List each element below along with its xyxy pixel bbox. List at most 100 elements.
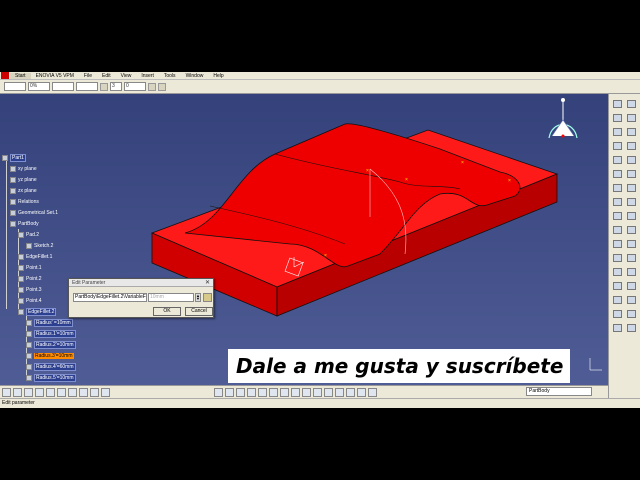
add-tool-icon[interactable] <box>613 268 622 276</box>
tree-radius-3[interactable]: Radius.3'=10mm <box>26 352 74 360</box>
paste-icon[interactable] <box>68 387 77 397</box>
tree-partbody[interactable]: PartBody <box>10 220 39 228</box>
tree-radius-0[interactable]: Radius' =10mm <box>26 319 73 327</box>
undo-icon[interactable] <box>79 387 88 397</box>
redo-icon[interactable] <box>90 387 99 397</box>
tree-sketch[interactable]: Sketch.2 <box>26 242 53 250</box>
tree-point-4[interactable]: Point.4 <box>18 297 42 305</box>
material-tool-icon[interactable] <box>613 324 622 332</box>
zoom-in-icon[interactable] <box>258 387 267 397</box>
shell-tool-icon[interactable] <box>627 184 636 192</box>
stiffener-tool-icon[interactable] <box>627 156 636 164</box>
tree-relations[interactable]: Relations <box>10 198 39 206</box>
line-thickness-select[interactable] <box>76 82 98 91</box>
update-icon[interactable] <box>346 387 355 397</box>
rotate-view-icon[interactable] <box>247 387 256 397</box>
menu-help[interactable]: Help <box>208 73 228 79</box>
formula-icon[interactable] <box>203 293 212 302</box>
pocket-tool-icon[interactable] <box>627 114 636 122</box>
open-icon[interactable] <box>13 387 22 397</box>
paint-icon[interactable] <box>148 82 156 91</box>
new-icon[interactable] <box>2 387 11 397</box>
tree-radius-5[interactable]: Radius.5'=10mm <box>26 374 76 382</box>
normal-view-icon[interactable] <box>280 387 289 397</box>
thread-tool-icon[interactable] <box>627 198 636 206</box>
3d-viewport[interactable]: × × × × × <box>0 94 608 385</box>
tree-zx-plane[interactable]: zx plane <box>10 187 37 195</box>
zoom-out-icon[interactable] <box>269 387 278 397</box>
draft-tool-icon[interactable] <box>613 184 622 192</box>
tree-point-3[interactable]: Point.3 <box>18 286 42 294</box>
tree-edgefillet-2[interactable]: EdgeFillet.2 <box>18 308 57 316</box>
split-tool-icon[interactable] <box>613 212 622 220</box>
menu-edit[interactable]: Edit <box>97 73 116 79</box>
pattern-tool-icon[interactable] <box>627 240 636 248</box>
catalog-icon[interactable] <box>357 387 366 397</box>
shading-icon[interactable] <box>313 387 322 397</box>
iso-view-icon[interactable] <box>302 387 311 397</box>
menu-tools[interactable]: Tools <box>159 73 181 79</box>
ok-button[interactable]: OK <box>153 307 181 316</box>
line-tool-icon[interactable] <box>627 282 636 290</box>
tree-root-part[interactable]: Part1 <box>2 154 26 162</box>
print-icon[interactable] <box>35 387 44 397</box>
brush-icon[interactable] <box>158 82 166 91</box>
pan-icon[interactable] <box>236 387 245 397</box>
save-icon[interactable] <box>24 387 33 397</box>
fillet-tool-icon[interactable] <box>613 170 622 178</box>
measure-tool-icon[interactable] <box>627 296 636 304</box>
mirror-tool-icon[interactable] <box>613 240 622 248</box>
layer-select[interactable]: 3 <box>110 82 122 91</box>
formula-tool-icon[interactable] <box>627 310 636 318</box>
cut-icon[interactable] <box>46 387 55 397</box>
multi-view-icon[interactable] <box>291 387 300 397</box>
thick-surface-tool-icon[interactable] <box>627 212 636 220</box>
parameter-value-input[interactable]: 10mm <box>148 293 194 302</box>
menu-enovia[interactable]: ENOVIA V5 VPM <box>31 73 79 79</box>
chamfer-tool-icon[interactable] <box>627 170 636 178</box>
pad-tool-icon[interactable] <box>613 114 622 122</box>
tree-xy-plane[interactable]: xy plane <box>10 165 37 173</box>
tree-pad[interactable]: Pad.2 <box>18 231 39 239</box>
fit-all-icon[interactable] <box>225 387 234 397</box>
rib-tool-icon[interactable] <box>627 142 636 150</box>
constraint-tool-icon[interactable] <box>613 310 622 318</box>
boolean-tool-icon[interactable] <box>627 254 636 262</box>
groove-tool-icon[interactable] <box>627 128 636 136</box>
tree-yz-plane[interactable]: yz plane <box>10 176 37 184</box>
copy-icon[interactable] <box>57 387 66 397</box>
point-style-icon[interactable] <box>100 82 108 91</box>
value-spinner[interactable]: ▲ ▼ <box>195 293 201 302</box>
compass-icon[interactable] <box>548 98 578 139</box>
part-model[interactable]: × × × × × <box>0 94 608 385</box>
menu-file[interactable]: File <box>79 73 97 79</box>
hole-tool-icon[interactable] <box>613 142 622 150</box>
remove-tool-icon[interactable] <box>627 268 636 276</box>
color-select[interactable] <box>4 82 26 91</box>
line-type-select[interactable] <box>52 82 74 91</box>
sketcher-icon[interactable] <box>613 100 622 108</box>
menu-window[interactable]: Window <box>181 73 209 79</box>
exit-workbench-icon[interactable] <box>627 100 636 108</box>
line-weight-select[interactable]: 0% <box>28 82 50 91</box>
thickness-tool-icon[interactable] <box>613 198 622 206</box>
tree-radius-1[interactable]: Radius.1'=10mm <box>26 330 76 338</box>
tree-edgefillet-1[interactable]: EdgeFillet.1 <box>18 253 52 261</box>
help-icon[interactable] <box>101 387 110 397</box>
annotation-tool-icon[interactable] <box>627 324 636 332</box>
shaft-tool-icon[interactable] <box>613 128 622 136</box>
plane-tool-icon[interactable] <box>613 296 622 304</box>
swap-space-icon[interactable] <box>335 387 344 397</box>
slot-tool-icon[interactable] <box>613 156 622 164</box>
fly-icon[interactable] <box>214 387 223 397</box>
rotate-tool-icon[interactable] <box>627 226 636 234</box>
close-icon[interactable]: ✕ <box>205 279 210 287</box>
cancel-button[interactable]: Cancel <box>185 307 213 316</box>
current-body-select[interactable]: PartBody <box>526 387 592 396</box>
tree-point-1[interactable]: Point.1 <box>18 264 42 272</box>
tree-geometrical-set[interactable]: Geometrical Set.1 <box>10 209 58 217</box>
value-field[interactable]: 0 <box>124 82 146 91</box>
point-tool-icon[interactable] <box>613 282 622 290</box>
menu-insert[interactable]: Insert <box>136 73 159 79</box>
sketch-analysis-icon[interactable] <box>368 387 377 397</box>
